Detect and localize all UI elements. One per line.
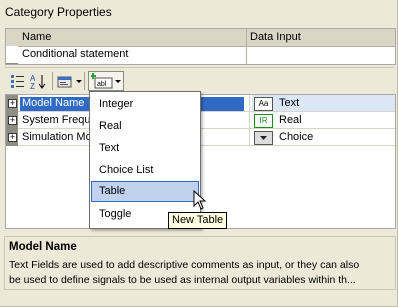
menu-item-integer[interactable]: Integer [91,94,199,114]
expand-icon[interactable]: + [8,99,17,108]
grid-divider [18,46,395,47]
property-value-text: Real [279,114,302,126]
add-property-menu: Integer Real Text Choice List Table Togg… [89,91,201,229]
menu-item-table[interactable]: Table [91,181,199,202]
toolbar-divider [52,72,53,90]
menu-item-label: Choice List [99,164,154,176]
category-grid: Name Data Input Conditional statement [5,28,396,65]
description-title: Model Name [9,241,77,253]
pointer-cursor-icon [193,190,207,210]
property-pages-button[interactable] [56,71,82,91]
header-data-input: Data Input [250,31,301,43]
description-text: Text Fields are used to add descriptive … [9,259,360,286]
real-type-icon: IR [254,114,273,128]
add-property-button[interactable]: abl [88,71,124,91]
chevron-down-icon [115,79,121,83]
svg-text:Z: Z [30,82,35,89]
property-value[interactable]: Choice [252,129,395,146]
menu-item-choice-list[interactable]: Choice List [91,160,199,180]
property-value-text: Text [279,97,300,109]
menu-item-label: Text [99,142,120,154]
toolbar-separator [5,67,394,68]
tooltip: New Table [168,212,228,229]
expand-icon[interactable]: + [8,116,17,125]
sort-az-icon: A Z [30,74,46,89]
description-panel: Model Name Text Fields are used to add d… [4,236,396,290]
category-row-name: Conditional statement [22,48,129,60]
choice-dropdown-icon [254,131,273,145]
expand-icon[interactable]: + [8,133,17,142]
text-type-icon: Aa [254,97,273,111]
property-value[interactable]: IR Real [252,112,395,129]
menu-item-label: Real [99,120,122,132]
menu-item-label: Toggle [99,208,132,220]
menu-item-real[interactable]: Real [91,116,199,136]
chevron-down-icon [75,79,82,83]
property-value[interactable]: Aa Text [252,95,395,112]
categorized-view-icon [11,75,24,88]
header-name: Name [22,31,52,43]
menu-item-text[interactable]: Text [91,138,199,158]
panel-title: Category Properties [5,5,112,19]
category-grid-header: Name Data Input [6,29,395,46]
row-gutter: + [6,129,18,146]
property-value-text: Choice [279,131,314,143]
row-divider [18,145,395,146]
property-pages-icon [57,76,71,87]
categorized-view-button[interactable] [8,71,28,91]
menu-item-label: Table [99,185,126,197]
toolbar-divider [84,72,85,90]
row-gutter: + [6,95,18,112]
add-property-label: abl [97,81,107,88]
row-gutter: + [6,112,18,129]
category-grid-row[interactable]: Conditional statement [6,46,395,63]
sort-az-button[interactable]: A Z [29,71,49,91]
add-property-icon: abl [91,73,113,89]
menu-item-label: Integer [99,98,134,110]
